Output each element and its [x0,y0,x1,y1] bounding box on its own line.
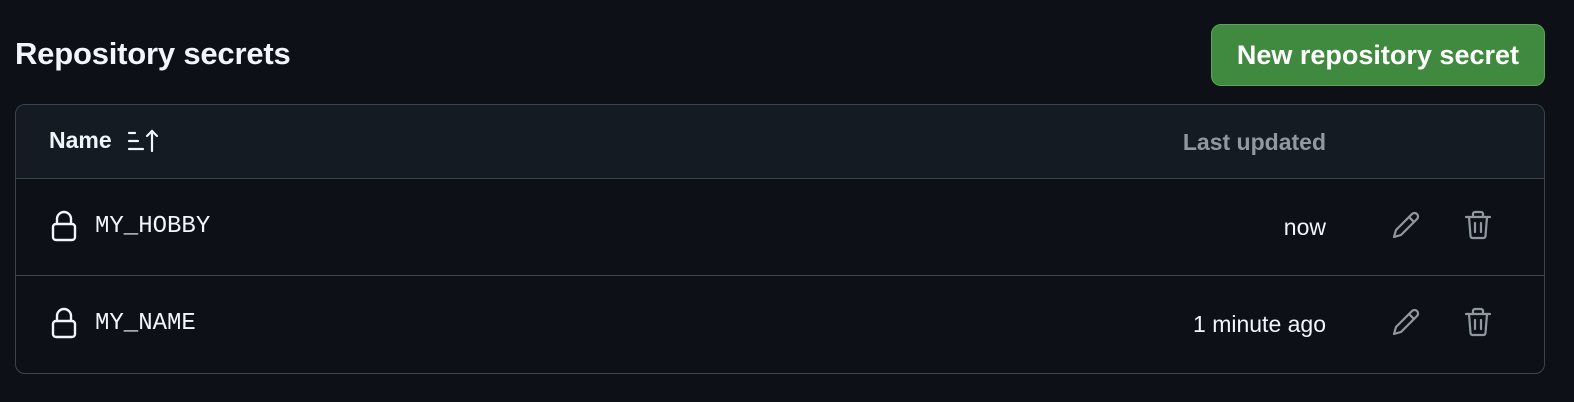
edit-secret-button[interactable] [1386,302,1426,342]
secret-row: MY_NAME 1 minute ago [16,276,1544,373]
secret-last-updated: now [1283,214,1326,240]
lock-icon [50,306,78,340]
secret-name: MY_HOBBY [95,213,211,240]
secrets-page: Repository secrets New repository secret… [0,0,1574,402]
sort-ascending-icon[interactable] [127,128,161,154]
pencil-icon [1392,211,1420,239]
secrets-table: Name Last updated MY_HOBBY now MY_NAME 1… [15,104,1545,374]
lock-icon [50,209,78,243]
secret-row: MY_HOBBY now [16,179,1544,276]
section-title: Repository secrets [15,36,291,71]
name-column-label: Name [49,127,112,153]
delete-secret-button[interactable] [1458,205,1498,245]
secrets-header: Repository secrets New repository secret [15,24,1545,88]
name-column-header[interactable]: Name [49,127,161,154]
table-header: Name Last updated [16,105,1544,179]
trash-icon [1464,210,1492,240]
edit-secret-button[interactable] [1386,205,1426,245]
trash-icon [1464,307,1492,337]
new-repository-secret-button[interactable]: New repository secret [1210,24,1545,86]
secret-last-updated: 1 minute ago [1193,311,1326,337]
secret-name: MY_NAME [95,310,196,337]
last-updated-column-header: Last updated [1182,129,1326,155]
pencil-icon [1392,308,1420,336]
delete-secret-button[interactable] [1458,302,1498,342]
